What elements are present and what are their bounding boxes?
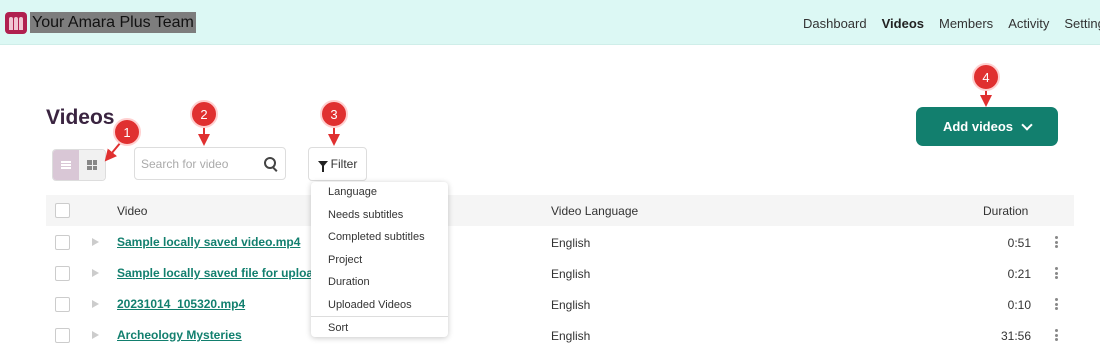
callout-badge-4: 4 [972, 63, 1000, 91]
callout-badge-1: 1 [113, 118, 141, 146]
callout-arrows [104, 90, 992, 162]
callout-arrow-1 [104, 141, 122, 162]
callout-badge-3: 3 [320, 100, 348, 128]
callout-badge-2: 2 [190, 100, 218, 128]
